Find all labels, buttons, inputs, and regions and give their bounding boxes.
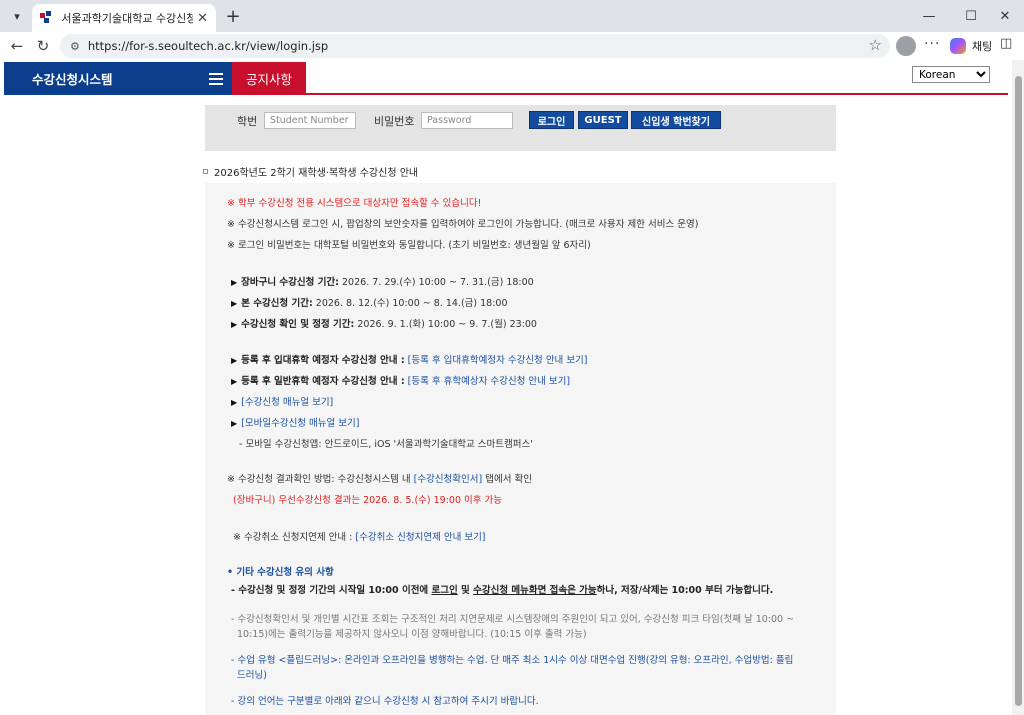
period-main: ▶ 본 수강신청 기간: 2026. 8. 12.(수) 10:00 ~ 8. 1… <box>231 298 508 309</box>
triangle-bullet-icon: ▶ <box>231 278 238 287</box>
tab-search-chevron-icon[interactable]: ▾ <box>6 5 28 27</box>
etc-item-2-line-1: - 수강신청확인서 및 개인별 시간표 조회는 구조적인 처리 지연문제로 시스… <box>231 614 795 625</box>
period-cart: ▶ 장바구니 수강신청 기간: 2026. 7. 29.(수) 10:00 ~ 7… <box>231 277 534 288</box>
guest-button[interactable]: GUEST <box>578 111 628 129</box>
manual-link[interactable]: [수강신청 매뉴얼 보기] <box>241 397 333 408</box>
triangle-bullet-icon: ▶ <box>231 356 238 365</box>
etc-item-1: - 수강신청 및 정정 기간의 시작일 10:00 이전에 로그인 및 수강신청… <box>231 585 774 596</box>
result-check-info: ※ 수강신청 결과확인 방법: 수강신청시스템 내 [수강신청확인서] 탭에서 … <box>227 474 532 485</box>
header-divider <box>306 93 1008 95</box>
cancel-delay-guide: ※ 수강취소 신청지연제 안내 : [수강취소 신청지연제 안내 보기] <box>233 532 486 543</box>
general-leave-guide: ▶ 등록 후 일반휴학 예정자 수강신청 안내 : [등록 후 휴학예상자 수강신… <box>231 376 571 387</box>
window-close-icon[interactable]: ✕ <box>994 5 1016 27</box>
result-confirm-link[interactable]: [수강신청확인서] <box>414 474 483 485</box>
hamburger-menu-icon[interactable] <box>199 62 232 95</box>
scrollbar-thumb[interactable] <box>1015 76 1022 706</box>
notice-tab[interactable]: 공지사항 <box>232 62 306 95</box>
notice-warning-1: ※ 학부 수강신청 전용 시스템으로 대상자만 접속할 수 있습니다! <box>227 198 482 209</box>
site-header: 수강신청시스템 공지사항 Korean <box>4 62 1008 95</box>
reload-icon[interactable]: ↻ <box>32 35 54 57</box>
etc-item-4: - 강의 언어는 구분별로 아래와 같으니 수강신청 시 참고하여 주시기 바랍… <box>231 696 539 707</box>
minimize-icon[interactable]: — <box>918 5 940 27</box>
cancel-delay-link[interactable]: [수강취소 신청지연제 안내 보기] <box>355 532 485 543</box>
cart-result-info: (장바구니) 우선수강신청 결과는 2026. 8. 5.(수) 19:00 이… <box>233 495 503 506</box>
notice-warning-2: ※ 수강신청시스템 로그인 시, 팝업창의 보안숫자를 입력하여야 로그인이 가… <box>227 219 699 230</box>
maximize-icon[interactable]: ☐ <box>960 5 982 27</box>
military-leave-link[interactable]: [등록 후 입대휴학예정자 수강신청 안내 보기] <box>408 355 588 366</box>
etc-heading: • 기타 수강신청 유의 사항 <box>227 567 334 578</box>
military-leave-guide: ▶ 등록 후 입대휴학 예정자 수강신청 안내 : [등록 후 입대휴학예정자 수… <box>231 355 588 366</box>
browser-tab-active[interactable]: 서울과학기술대학교 수강신청시스 ✕ <box>32 4 216 32</box>
address-bar[interactable]: ⚙ https://for-s.seoultech.ac.kr/view/log… <box>60 34 890 58</box>
etc-item-3-line-1: - 수업 유형 <플립드러닝>: 온라인과 오프라인을 병행하는 수업. 단 매… <box>231 655 794 666</box>
page-scrollbar[interactable] <box>1012 60 1024 715</box>
tab-title: 서울과학기술대학교 수강신청시스 <box>61 12 194 25</box>
copilot-chat-button[interactable]: 채팅 <box>950 35 992 57</box>
triangle-bullet-icon: ▶ <box>231 320 238 329</box>
browser-toolbar: ← ↻ ⚙ https://for-s.seoultech.ac.kr/view… <box>0 32 1024 60</box>
password-input[interactable]: Password <box>421 112 513 129</box>
mobile-manual-link[interactable]: [모바일수강신청 매뉴얼 보기] <box>241 418 359 429</box>
find-student-number-button[interactable]: 신입생 학번찾기 <box>631 111 721 129</box>
mobile-app-info: - 모바일 수강신청앱: 안드로이드, iOS '서울과학기술대학교 스마트캠퍼… <box>239 439 533 450</box>
etc-item-3-line-2: 드러닝) <box>237 670 267 681</box>
manual-item: ▶ [수강신청 매뉴얼 보기] <box>231 394 333 408</box>
language-select[interactable]: Korean <box>912 66 990 83</box>
login-button[interactable]: 로그인 <box>529 111 574 129</box>
back-arrow-icon[interactable]: ← <box>6 35 28 57</box>
new-tab-plus-icon[interactable]: + <box>222 5 244 27</box>
login-bar: 학번 Student Number 비밀번호 Password 로그인 GUES… <box>205 105 836 151</box>
page-viewport: 수강신청시스템 공지사항 Korean 학번 Student Number 비밀… <box>0 60 1024 715</box>
site-info-icon[interactable]: ⚙ <box>70 40 80 53</box>
heading-bullet-icon <box>203 169 208 174</box>
bookmark-star-icon[interactable]: ☆ <box>869 36 882 54</box>
more-menu-icon[interactable]: ··· <box>924 36 940 52</box>
student-number-input[interactable]: Student Number <box>264 112 356 129</box>
url-text: https://for-s.seoultech.ac.kr/view/login… <box>87 39 329 53</box>
general-leave-link[interactable]: [등록 후 휴학예상자 수강신청 안내 보기] <box>408 376 570 387</box>
mobile-manual-item: ▶ [모바일수강신청 매뉴얼 보기] <box>231 415 360 429</box>
notice-warning-3: ※ 로그인 비밀번호는 대학포털 비밀번호와 동일합니다. (초기 비밀번호: … <box>227 240 591 251</box>
chat-label: 채팅 <box>972 40 993 53</box>
triangle-bullet-icon: ▶ <box>231 419 238 428</box>
copilot-icon <box>950 38 966 54</box>
triangle-bullet-icon: ▶ <box>231 377 238 386</box>
browser-tabstrip: ▾ 서울과학기술대학교 수강신청시스 ✕ + — ☐ ✕ <box>0 0 1024 32</box>
triangle-bullet-icon: ▶ <box>231 398 238 407</box>
profile-avatar[interactable] <box>896 36 916 56</box>
period-correction: ▶ 수강신청 확인 및 정정 기간: 2026. 9. 1.(화) 10:00 ~… <box>231 319 537 330</box>
tab-close-icon[interactable]: ✕ <box>197 11 208 26</box>
student-number-label: 학번 <box>237 115 258 128</box>
notice-heading: 2026학년도 2학기 재학생·복학생 수강신청 안내 <box>203 164 418 179</box>
site-brand[interactable]: 수강신청시스템 <box>4 62 199 95</box>
seoultech-favicon-icon <box>40 11 53 25</box>
notice-content: ※ 학부 수강신청 전용 시스템으로 대상자만 접속할 수 있습니다! ※ 수강… <box>205 183 836 715</box>
password-label: 비밀번호 <box>374 115 415 128</box>
triangle-bullet-icon: ▶ <box>231 299 238 308</box>
etc-item-2-line-2: 10:15)에는 출력기능을 제공하지 않사오니 이점 양해바랍니다. (10:… <box>237 629 587 640</box>
sidebar-toggle-icon[interactable]: ◫ <box>1000 36 1012 51</box>
